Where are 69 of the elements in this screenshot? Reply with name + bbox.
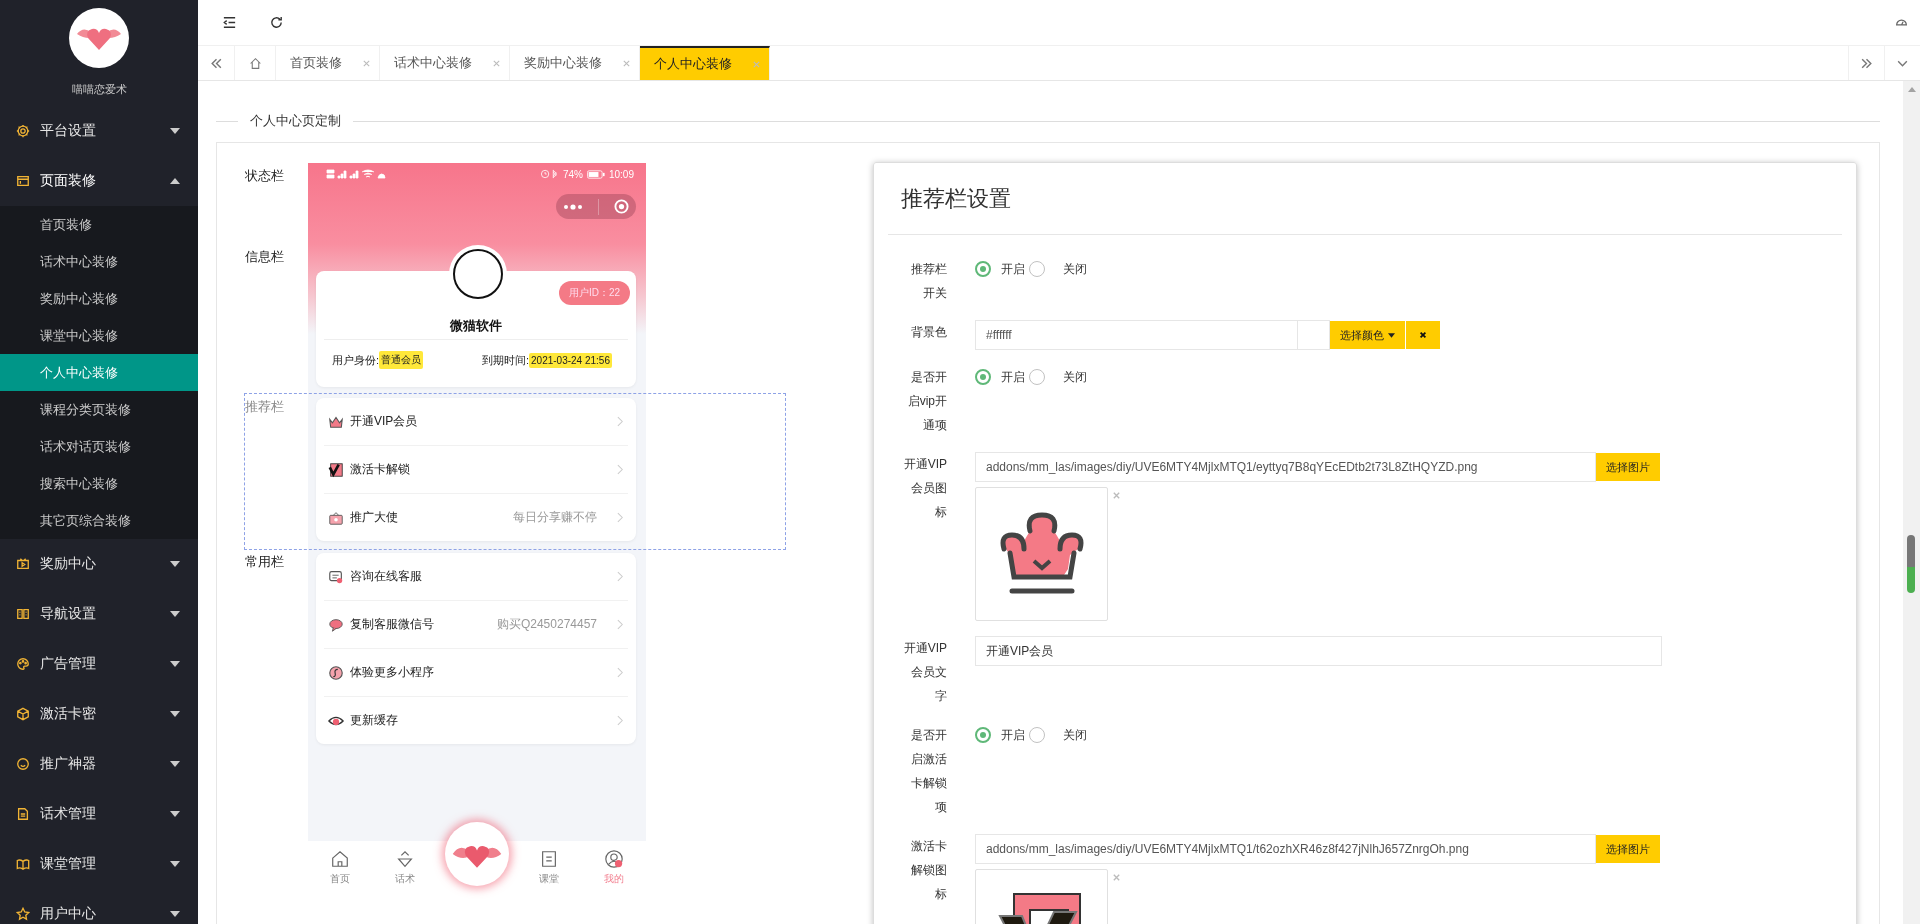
entry-note: 每日分享赚不停 (513, 509, 597, 526)
sidebar-menu-item[interactable]: 导航设置 (0, 589, 198, 639)
field-label: 推荐栏开关 (910, 261, 947, 302)
sidebar-submenu-item[interactable]: 课堂中心装修 (0, 317, 198, 354)
image-path-field[interactable]: addons/mm_las/images/diy/UVE6MTY4MjlxMTQ1/eyttyq7B8qYEcEDtb2t73L8ZtHQYZD.png (975, 452, 1596, 482)
radio-option[interactable]: 关闭 (1029, 368, 1087, 386)
text-field[interactable]: 开通VIP会员 (975, 636, 1662, 666)
radio-option[interactable]: 关闭 (1029, 260, 1087, 278)
phone-tab[interactable]: 首页 (315, 848, 366, 886)
sidebar-menu-item[interactable]: 激活卡密 (0, 689, 198, 739)
sidebar-submenu-item[interactable]: 个人中心装修 (0, 354, 198, 391)
menu-entry[interactable]: 激活卡解锁 (324, 446, 628, 494)
page-tab[interactable]: 个人中心装修 (640, 46, 770, 80)
phone-tab[interactable]: 课堂 (523, 848, 574, 886)
sidebar-menu-item[interactable]: 课堂管理 (0, 839, 198, 889)
sidebar-menu-item[interactable]: 页面装修 (0, 156, 198, 206)
page-tab[interactable]: 话术中心装修 (380, 46, 510, 80)
section-label[interactable]: 常用栏 (245, 549, 308, 893)
status-time: 10:09 (608, 168, 634, 180)
battery-percent: 74% (562, 168, 583, 180)
entry-note: 购买Q2450274457 (496, 616, 597, 633)
user-name: 微猫软件 (324, 317, 628, 340)
pick-image-button[interactable]: 选择图片 (1596, 835, 1660, 863)
field-label: 背景色 (910, 324, 947, 341)
sidebar-submenu-item[interactable]: 课程分类页装修 (0, 391, 198, 428)
section-title: 个人中心页定制 (250, 112, 341, 130)
sidebar-submenu-item[interactable]: 话术对话页装修 (0, 428, 198, 465)
section-label[interactable]: 状态栏 (245, 163, 308, 244)
radio-option[interactable]: 开启 (975, 260, 1025, 278)
sidebar-submenu-item[interactable]: 奖励中心装修 (0, 280, 198, 317)
section-label[interactable]: 信息栏 (245, 244, 308, 394)
member-tag: 普通会员 (379, 351, 424, 369)
sidebar-menu-item[interactable]: 奖励中心 (0, 539, 198, 589)
menu-entry[interactable]: 咨询在线客服 (324, 553, 628, 601)
field-label: 是否开启激活卡解锁项 (910, 727, 947, 816)
sidebar-submenu-item[interactable]: 话术中心装修 (0, 243, 198, 280)
radio-option[interactable]: 关闭 (1029, 726, 1087, 744)
sidebar-menu-item[interactable]: 用户中心 (0, 889, 198, 924)
sidebar-menu-item[interactable]: 平台设置 (0, 106, 198, 156)
user-id-badge: 用户ID：22 (558, 281, 630, 305)
phone-tab[interactable]: 话术 (380, 848, 431, 886)
panel-title: 推荐栏设置 (888, 163, 1842, 235)
menu-entry[interactable]: 更新缓存 (324, 697, 628, 744)
identity-label: 用户身份: (332, 352, 380, 368)
menu-entry[interactable]: 体验更多小程序 (324, 649, 628, 697)
radio-option[interactable]: 开启 (975, 726, 1025, 744)
section-label[interactable]: 推荐栏 (245, 394, 308, 549)
sidebar-menu-item[interactable]: 推广神器 (0, 739, 198, 789)
field-label: 是否开启vip开通项 (906, 369, 947, 434)
field-label: 开通VIP会员文字 (902, 640, 947, 705)
color-field[interactable]: #ffffff (975, 320, 1298, 350)
menu-entry[interactable]: 复制客服微信号 购买Q2450274457 (324, 601, 628, 649)
sidebar-submenu-item[interactable]: 首页装修 (0, 206, 198, 243)
image-path-field[interactable]: addons/mm_las/images/diy/UVE6MTY4MjlxMTQ1/t62ozhXR46z8f427jNlhJ657ZnrgOh.png (975, 834, 1596, 864)
sidebar-submenu-item[interactable]: 其它页综合装修 (0, 502, 198, 539)
field-label: 开通VIP会员图标 (902, 456, 947, 521)
expiry-label: 到期时间: (481, 352, 530, 368)
page-tab[interactable]: 首页装修 (276, 46, 380, 80)
radio-option[interactable]: 开启 (975, 368, 1025, 386)
menu-entry[interactable]: 开通VIP会员 (324, 398, 628, 446)
sidebar-menu-item[interactable]: 广告管理 (0, 639, 198, 689)
expiry-tag: 2021-03-24 21:56 (529, 352, 612, 368)
menu-entry[interactable]: 推广大使 每日分享赚不停 (324, 494, 628, 541)
brand-name: 喵喵恋爱术 (71, 82, 127, 97)
sidebar-menu-item[interactable]: 话术管理 (0, 789, 198, 839)
field-label: 激活卡解锁图标 (910, 838, 947, 903)
pick-image-button[interactable]: 选择图片 (1596, 453, 1660, 481)
sidebar-submenu-item[interactable]: 搜索中心装修 (0, 465, 198, 502)
pick-color-button[interactable]: 选择颜色 (1330, 321, 1405, 349)
